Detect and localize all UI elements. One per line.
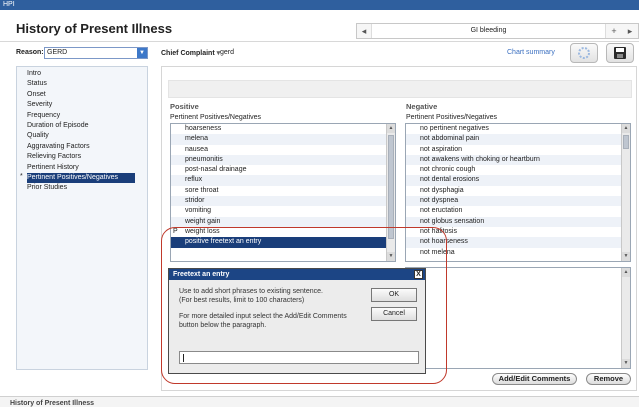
page-title: History of Present Illness [16,21,173,36]
chart-summary-link[interactable]: Chart summary [507,49,555,56]
bottom-bar: History of Present Illness [0,396,639,407]
list-item[interactable]: not dental erosions [406,175,630,186]
highlight-annotation [161,227,447,384]
list-item[interactable]: no pertinent negatives [406,124,630,134]
add-edit-comments-button[interactable]: Add/Edit Comments [492,373,577,385]
list-item[interactable]: not globus sensation [406,216,630,227]
remove-button[interactable]: Remove [586,373,631,385]
sidebar-item-status[interactable]: Status [17,79,147,89]
negative-scrollbar[interactable]: ▲ ▼ [621,124,630,261]
scroll-down-icon[interactable]: ▼ [622,252,630,261]
list-item[interactable]: stridor [171,196,395,207]
list-item[interactable]: not abdominal pain [406,134,630,145]
sidebar-item-prior-studies[interactable]: Prior Studies [17,183,147,193]
list-item[interactable]: pneumonitis [171,154,395,166]
current-complaint-tab[interactable]: GI bleeding [371,24,606,38]
list-item[interactable]: weight gain [171,216,395,227]
list-item[interactable]: nausea [171,145,395,155]
list-item[interactable]: not dysphagia [406,186,630,196]
positive-column-header: Pertinent Positives/Negatives [170,114,262,121]
sentence-preview-bar [168,80,632,98]
chief-complaint-label: Chief Complaint ▾ [161,50,221,57]
list-item[interactable]: melena [171,134,395,145]
scroll-thumb[interactable] [388,135,394,239]
list-item[interactable]: sore throat [171,186,395,196]
sidebar-item-aggravating[interactable]: Aggravating Factors [17,142,147,152]
complaint-nav: ◂ GI bleeding + ▸ [356,23,639,39]
refresh-button[interactable] [570,43,598,63]
list-item[interactable]: post-nasal drainage [171,165,395,175]
scroll-up-icon[interactable]: ▲ [622,268,630,277]
sidebar-item-quality[interactable]: Quality [17,131,147,141]
chevron-down-icon[interactable]: ▼ [137,48,147,58]
window-title: HPI [3,1,15,8]
text-area-scrollbar[interactable]: ▲ ▼ [621,268,630,368]
active-marker: * [20,172,23,180]
scroll-up-icon[interactable]: ▲ [387,124,395,133]
sidebar-item-relieving[interactable]: Relieving Factors [17,152,147,162]
scroll-thumb[interactable] [623,135,629,149]
header: History of Present Illness ◂ GI bleeding… [0,10,639,42]
save-button[interactable] [606,43,634,63]
next-complaint-button[interactable]: ▸ [623,24,637,38]
sidebar-item-intro[interactable]: Intro [17,69,147,79]
sidebar-item-pertinent-positives[interactable]: Pertinent Positives/Negatives [27,172,135,184]
scroll-up-icon[interactable]: ▲ [622,124,630,133]
list-item[interactable]: not aspiration [406,145,630,155]
negative-column-header: Pertinent Positives/Negatives [406,114,498,121]
list-item[interactable]: not dyspnea [406,196,630,207]
section-sidebar: Intro Status Onset Severity Frequency Du… [16,66,148,370]
positive-title: Positive [170,102,199,111]
reason-value: GERD [47,49,68,56]
refresh-icon [578,47,590,59]
list-item[interactable]: not eructation [406,206,630,216]
sidebar-item-frequency[interactable]: Frequency [17,111,147,121]
save-icon [614,47,626,59]
list-item[interactable]: vomiting [171,206,395,216]
sidebar-item-pertinent-history[interactable]: Pertinent History [17,163,147,173]
list-item[interactable]: reflux [171,175,395,186]
sidebar-item-onset[interactable]: Onset [17,90,147,100]
list-item[interactable]: not awakens with choking or heartburn [406,154,630,166]
list-item[interactable]: hoarseness [171,124,395,134]
sidebar-item-duration[interactable]: Duration of Episode [17,121,147,131]
reason-select[interactable]: GERD ▼ [44,47,148,59]
prev-complaint-button[interactable]: ◂ [357,24,371,38]
scroll-down-icon[interactable]: ▼ [622,359,630,368]
list-item[interactable]: not chronic cough [406,165,630,175]
window-titlebar: HPI [0,0,639,10]
reason-label: Reason: [16,49,44,56]
negative-title: Negative [406,102,438,111]
sidebar-item-severity[interactable]: Severity [17,100,147,110]
chief-complaint-value: gerd [220,49,235,56]
add-complaint-button[interactable]: + [607,24,621,38]
bottom-section-title: History of Present Illness [10,400,95,407]
